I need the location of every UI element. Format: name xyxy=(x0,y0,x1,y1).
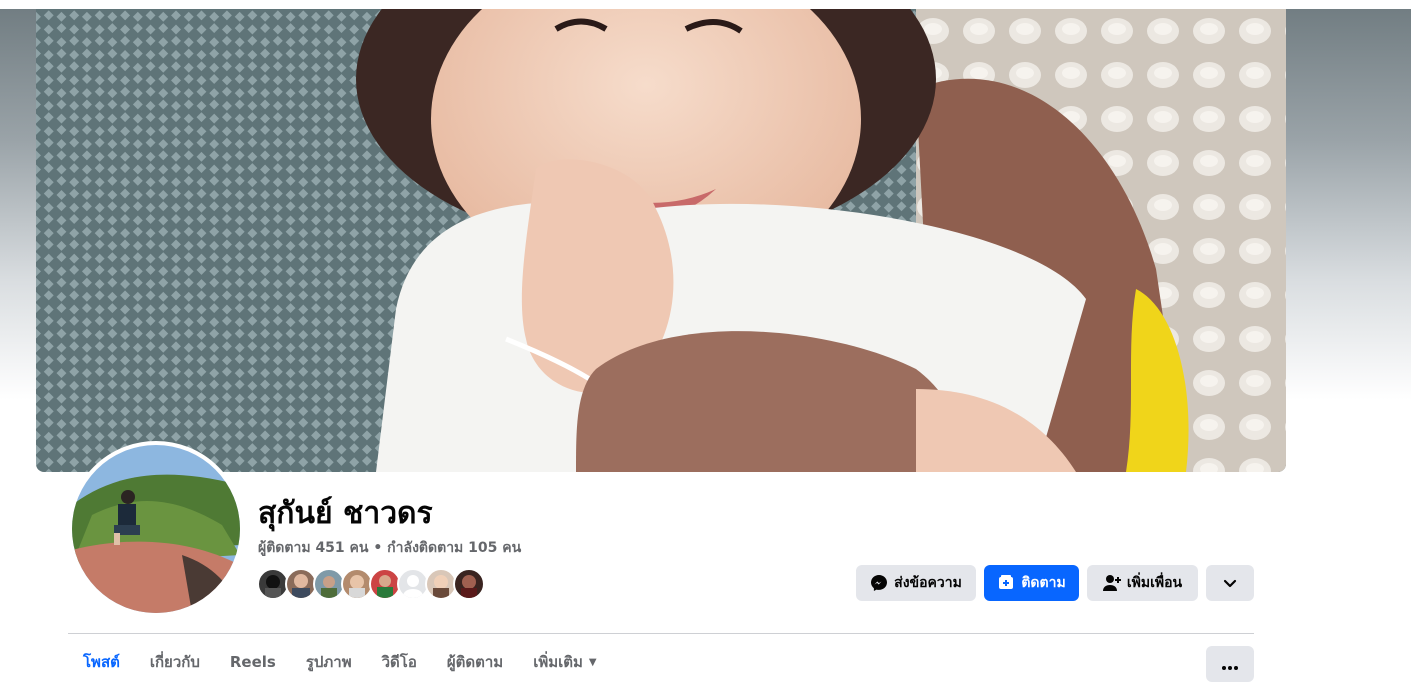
tab-label: รูปภาพ xyxy=(305,653,352,671)
add-friend-icon xyxy=(1102,574,1121,592)
tab-about[interactable]: เกี่ยวกับ xyxy=(135,640,215,684)
avatar-image xyxy=(72,445,240,613)
tab-label: ผู้ติดตาม xyxy=(446,653,504,671)
follow-button[interactable]: ติดตาม xyxy=(984,565,1079,601)
tab-posts[interactable]: โพสต์ xyxy=(68,640,135,684)
add-friend-button[interactable]: เพิ่มเพื่อน xyxy=(1087,565,1198,601)
tab-reels[interactable]: Reels xyxy=(215,640,291,684)
add-friend-button-label: เพิ่มเพื่อน xyxy=(1126,575,1183,591)
message-button[interactable]: ส่งข้อความ xyxy=(856,565,976,601)
friend-avatar[interactable] xyxy=(453,568,485,600)
tab-label: Reels xyxy=(229,653,276,671)
cover-photo-image xyxy=(36,9,1286,472)
caret-down-icon: ▼ xyxy=(588,656,597,668)
follow-icon xyxy=(997,574,1015,592)
chevron-down-icon xyxy=(1221,574,1239,592)
follow-button-label: ติดตาม xyxy=(1021,575,1066,591)
profile-name: สุกันย์ ชาวดร xyxy=(258,496,433,531)
profile-tabs: โพสต์ เกี่ยวกับ Reels รูปภาพ วิดีโอ ผู้ต… xyxy=(68,640,612,684)
tab-label: เพิ่มเติม xyxy=(533,653,583,671)
more-options-button[interactable] xyxy=(1206,646,1254,682)
cover-photo[interactable] xyxy=(36,9,1286,472)
tab-videos[interactable]: วิดีโอ xyxy=(367,640,432,684)
tab-photos[interactable]: รูปภาพ xyxy=(291,640,367,684)
profile-dropdown-button[interactable] xyxy=(1206,565,1254,601)
top-bar-edge xyxy=(0,0,1411,9)
ellipsis-icon xyxy=(1222,655,1238,674)
follow-stats[interactable]: ผู้ติดตาม 451 คน • กำลังติดตาม 105 คน xyxy=(258,538,521,558)
tab-label: เกี่ยวกับ xyxy=(149,653,200,671)
friend-faces[interactable] xyxy=(257,568,497,602)
profile-avatar[interactable] xyxy=(68,441,244,617)
message-button-label: ส่งข้อความ xyxy=(894,575,962,591)
tab-followers[interactable]: ผู้ติดตาม xyxy=(432,640,518,684)
section-divider xyxy=(68,633,1254,634)
tab-label: โพสต์ xyxy=(83,653,120,671)
tab-more[interactable]: เพิ่มเติม ▼ xyxy=(518,640,611,684)
tab-label: วิดีโอ xyxy=(381,653,417,671)
messenger-icon xyxy=(870,574,888,592)
